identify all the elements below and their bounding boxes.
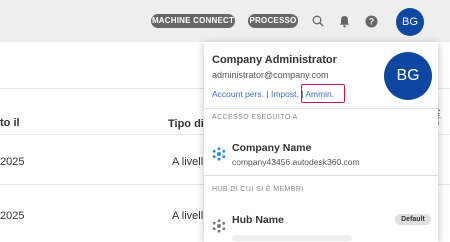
- hub-url-placeholder: [232, 235, 352, 241]
- hub-name[interactable]: Hub Name: [232, 214, 284, 226]
- profile-dropdown: Company Administrator administrator@comp…: [204, 42, 438, 242]
- hub-icon: [212, 219, 226, 233]
- access-company-url: company43456.autodesk360.com: [232, 157, 360, 167]
- svg-text:?: ?: [368, 16, 374, 26]
- dropdown-divider: [204, 175, 438, 176]
- link-separator: |: [266, 89, 269, 99]
- user-avatar-button[interactable]: BG: [396, 8, 424, 36]
- admin-link-highlight: [301, 84, 345, 103]
- hub-section-label: HUB DI CUI SI È MEMBRI: [212, 186, 304, 193]
- column-header-date: to il: [0, 117, 20, 129]
- row-date: 2025: [0, 210, 25, 222]
- top-bar: MACHINE CONNECT PROCESSO ? BG: [0, 0, 450, 42]
- access-section-label: ACCESSO ESEGUITO A: [212, 114, 298, 121]
- access-company-name[interactable]: Company Name: [232, 142, 311, 154]
- dropdown-divider: [204, 108, 438, 109]
- bell-icon[interactable]: [337, 13, 351, 29]
- hub-network-icon: [212, 147, 226, 161]
- user-email: administrator@company.com: [212, 70, 329, 80]
- processo-button[interactable]: PROCESSO: [248, 14, 298, 28]
- row-type: A livell: [172, 210, 204, 222]
- user-name: Company Administrator: [212, 54, 337, 66]
- settings-link[interactable]: Impost.: [271, 89, 299, 99]
- row-type: A livell: [172, 156, 204, 168]
- help-icon[interactable]: ?: [364, 13, 378, 29]
- machine-connect-button[interactable]: MACHINE CONNECT: [151, 14, 235, 28]
- search-icon[interactable]: [311, 13, 325, 29]
- account-link[interactable]: Account pers.: [212, 89, 264, 99]
- profile-avatar: BG: [384, 52, 432, 100]
- row-date: 2025: [0, 156, 25, 168]
- default-badge: Default: [395, 214, 431, 225]
